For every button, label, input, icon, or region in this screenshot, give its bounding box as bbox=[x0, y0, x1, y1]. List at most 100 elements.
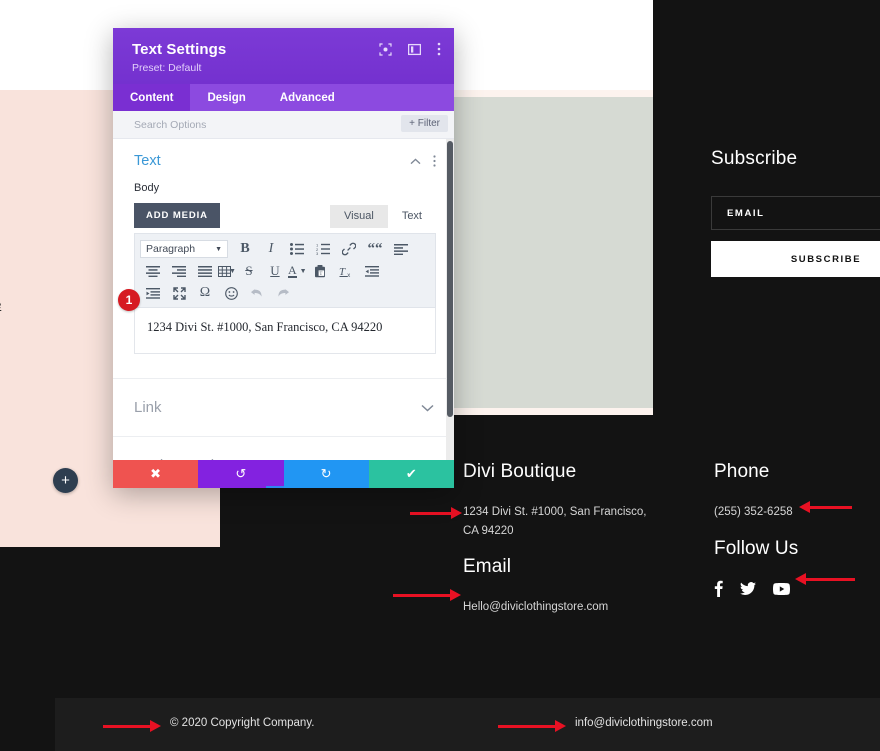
annotation-arrow-phone bbox=[809, 506, 852, 509]
tab-visual[interactable]: Visual bbox=[330, 205, 388, 228]
page-cream-strip bbox=[453, 90, 653, 97]
footer-column-email: Email Hello@diviclothingstore.com bbox=[463, 556, 673, 617]
italic-icon[interactable]: I bbox=[258, 239, 284, 260]
side-link-2[interactable]: mque bbox=[0, 299, 30, 312]
footer-follow-title: Follow Us bbox=[714, 538, 880, 560]
add-media-button[interactable]: ADD MEDIA bbox=[134, 203, 220, 228]
bold-icon[interactable]: B bbox=[232, 239, 258, 260]
footer-column-boutique: Divi Boutique 1234 Divi St. #1000, San F… bbox=[463, 461, 648, 541]
align-right-icon[interactable] bbox=[166, 261, 192, 282]
preset-selector[interactable]: Preset: Default bbox=[132, 62, 438, 74]
tab-content[interactable]: Content bbox=[113, 84, 190, 111]
bullet-list-icon[interactable] bbox=[284, 239, 310, 260]
chevron-down-icon: ▼ bbox=[300, 268, 307, 275]
modal-scrollbar-track[interactable] bbox=[446, 139, 454, 460]
footer-email-title: Email bbox=[463, 556, 673, 578]
modal-body: Text Body ADD MEDIA Visual Text bbox=[113, 139, 454, 460]
link-icon[interactable] bbox=[336, 239, 362, 260]
editor-textarea[interactable]: 1234 Divi St. #1000, San Francisco, CA 9… bbox=[134, 308, 436, 354]
indent-icon[interactable] bbox=[140, 283, 166, 304]
accordion-background[interactable]: Background bbox=[113, 436, 454, 460]
modal-scrollbar-thumb[interactable] bbox=[447, 141, 453, 417]
outdent-icon[interactable] bbox=[359, 261, 385, 282]
tab-text[interactable]: Text bbox=[388, 205, 436, 228]
numbered-list-icon[interactable]: 123 bbox=[310, 239, 336, 260]
chevron-up-icon[interactable] bbox=[410, 158, 421, 165]
paste-text-icon[interactable]: T bbox=[307, 261, 333, 282]
search-input[interactable]: Search Options bbox=[134, 119, 206, 131]
email-input[interactable]: EMAIL bbox=[711, 196, 880, 230]
annotation-arrow-social bbox=[805, 578, 855, 581]
more-vertical-icon[interactable] bbox=[437, 42, 441, 56]
clear-formatting-icon[interactable]: Tx bbox=[333, 261, 359, 282]
underline-icon[interactable]: U bbox=[262, 261, 288, 282]
page-grey-image bbox=[453, 97, 653, 408]
modal-header: Text Settings Preset: Default bbox=[113, 28, 454, 84]
cancel-button[interactable]: ✖ bbox=[113, 460, 198, 488]
align-left-icon[interactable] bbox=[388, 239, 414, 260]
side-link-1[interactable]: us bbox=[0, 248, 30, 261]
paragraph-format-label: Paragraph bbox=[146, 243, 195, 255]
facebook-icon[interactable] bbox=[714, 580, 723, 597]
footer-column-follow: Follow Us bbox=[714, 538, 880, 597]
editor-content-text: 1234 Divi St. #1000, San Francisco, CA 9… bbox=[147, 320, 425, 335]
target-icon[interactable] bbox=[379, 43, 392, 56]
text-section-header: Text bbox=[113, 139, 454, 169]
copyright-bar: © 2020 Copyright Company. info@divicloth… bbox=[55, 698, 880, 751]
redo-button[interactable]: ↻ bbox=[284, 460, 369, 488]
svg-text:3: 3 bbox=[316, 251, 319, 255]
tab-design[interactable]: Design bbox=[190, 84, 262, 111]
subscribe-button[interactable]: SUBSCRIBE bbox=[711, 241, 880, 277]
footer-boutique-address: 1234 Divi St. #1000, San Francisco, CA 9… bbox=[463, 503, 648, 541]
blockquote-icon[interactable]: ““ bbox=[362, 239, 388, 260]
text-settings-modal: Text Settings Preset: Default Content De… bbox=[113, 28, 454, 488]
table-icon[interactable]: ▼ bbox=[218, 261, 236, 282]
annotation-badge-1: 1 bbox=[118, 289, 140, 311]
footer-column-phone: Phone (255) 352-6258 bbox=[714, 461, 880, 522]
accordion-background-label: Background bbox=[134, 457, 421, 460]
footer-email-address: Hello@diviclothingstore.com bbox=[463, 598, 673, 617]
strikethrough-icon[interactable]: S bbox=[236, 261, 262, 282]
section-title: Text bbox=[134, 153, 398, 169]
footer-boutique-title: Divi Boutique bbox=[463, 461, 648, 483]
add-module-button[interactable]: + bbox=[53, 468, 78, 493]
search-options-bar: Search Options + Filter bbox=[113, 111, 454, 139]
fullscreen-icon[interactable] bbox=[166, 283, 192, 304]
text-color-icon[interactable]: A ▼ bbox=[288, 261, 307, 282]
modal-drag-handle[interactable] bbox=[266, 486, 302, 488]
align-center-icon[interactable] bbox=[140, 261, 166, 282]
youtube-icon[interactable] bbox=[773, 580, 790, 597]
save-button[interactable]: ✔ bbox=[369, 460, 454, 488]
modal-header-icons bbox=[379, 42, 441, 56]
twitter-icon[interactable] bbox=[740, 580, 756, 597]
layout-panel-icon[interactable] bbox=[408, 43, 421, 56]
modal-tabs: Content Design Advanced bbox=[113, 84, 454, 111]
plus-icon: + bbox=[409, 118, 415, 129]
emoji-icon[interactable] bbox=[218, 283, 244, 304]
modal-action-bar: ✖ ↺ ↻ ✔ bbox=[113, 460, 454, 488]
tab-advanced[interactable]: Advanced bbox=[263, 84, 352, 111]
toolbar-row-2: ▼ S U A ▼ T Tx bbox=[140, 260, 430, 282]
annotation-arrow-copyright bbox=[103, 725, 151, 728]
subscribe-section: Subscribe EMAIL SUBSCRIBE bbox=[711, 148, 880, 277]
annotation-arrow-address bbox=[410, 512, 452, 515]
contact-email: info@diviclothingstore.com bbox=[575, 717, 713, 729]
svg-text:x: x bbox=[347, 273, 350, 278]
justify-icon[interactable] bbox=[192, 261, 218, 282]
undo-icon[interactable] bbox=[244, 283, 270, 304]
section-more-icon[interactable] bbox=[433, 155, 436, 167]
undo-button[interactable]: ↺ bbox=[198, 460, 283, 488]
chevron-down-icon: ▼ bbox=[229, 268, 236, 275]
filter-button[interactable]: + Filter bbox=[401, 115, 448, 132]
annotation-arrow-email bbox=[393, 594, 451, 597]
svg-text:T: T bbox=[319, 272, 322, 277]
editor-mode-tabs: Visual Text bbox=[330, 205, 436, 228]
redo-icon[interactable] bbox=[270, 283, 296, 304]
paragraph-format-select[interactable]: Paragraph ▼ bbox=[140, 240, 228, 258]
toolbar-row-3: Ω bbox=[140, 282, 430, 304]
chevron-down-icon: ▼ bbox=[215, 246, 222, 253]
chevron-down-icon bbox=[421, 404, 434, 412]
accordion-link[interactable]: Link bbox=[113, 378, 454, 436]
filter-label: Filter bbox=[418, 118, 440, 129]
special-character-icon[interactable]: Ω bbox=[192, 283, 218, 304]
